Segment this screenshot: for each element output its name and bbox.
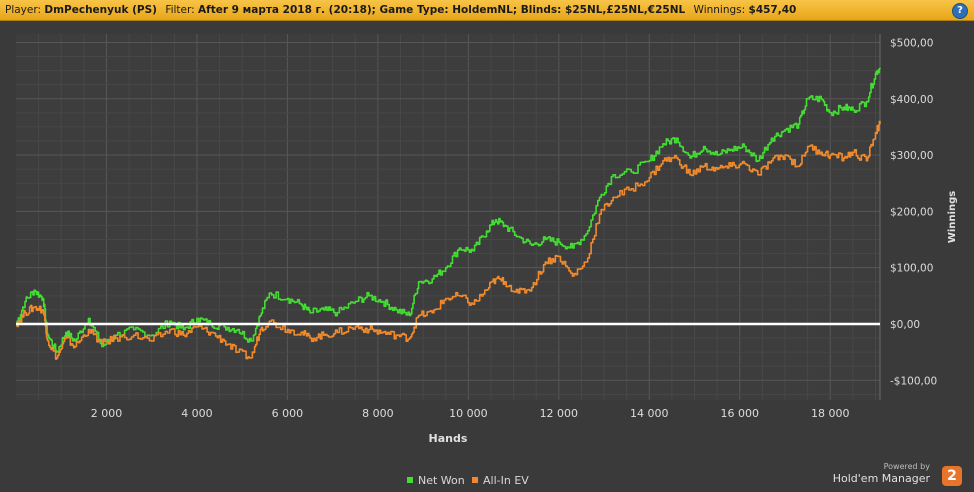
filter-value: After 9 марта 2018 г. (20:18); Game Type… bbox=[198, 4, 686, 16]
x-axis-label: Hands bbox=[429, 432, 468, 445]
winnings-label: Winnings: bbox=[693, 4, 746, 16]
powered-by-text: Powered by bbox=[883, 462, 930, 471]
x-tick-label: 8 000 bbox=[362, 407, 394, 420]
y-axis-ticks: $500,00 $400,00 $300,00 $200,00 $100,00 $0,00… bbox=[890, 37, 937, 387]
x-tick-label: 16 000 bbox=[721, 407, 760, 420]
legend-item-net-won[interactable]: Net Won bbox=[407, 474, 465, 487]
x-axis-ticks: 2 000 4 000 6 000 8 000 10 000 12 000 14 000 16… bbox=[91, 407, 850, 420]
y-tick-label: $500,00 bbox=[890, 37, 933, 49]
y-tick-label: $100,00 bbox=[890, 263, 933, 275]
y-tick-label: -$100,00 bbox=[890, 375, 937, 387]
x-tick-label: 12 000 bbox=[540, 407, 579, 420]
y-tick-label: $400,00 bbox=[890, 94, 933, 106]
winnings-chart: 2 000 4 000 6 000 8 000 10 000 12 000 14 000 16… bbox=[16, 34, 958, 445]
x-tick-label: 6 000 bbox=[272, 407, 304, 420]
branding: Powered by Hold'em Manager 2 bbox=[832, 462, 962, 488]
legend-swatch-all-in-ev bbox=[472, 477, 478, 483]
x-tick-label: 18 000 bbox=[811, 407, 850, 420]
y-axis-label: Winnings bbox=[947, 191, 958, 243]
legend-label-all-in-ev: All-In EV bbox=[483, 474, 529, 487]
y-tick-label: $200,00 bbox=[890, 206, 933, 218]
player-label: Player: bbox=[5, 4, 42, 16]
help-icon[interactable]: ? bbox=[952, 3, 968, 19]
plot-background bbox=[16, 34, 880, 400]
hm2-logo-icon: 2 bbox=[942, 466, 962, 486]
x-tick-label: 2 000 bbox=[91, 407, 123, 420]
product-name: Hold'em Manager bbox=[832, 472, 930, 485]
x-tick-label: 4 000 bbox=[181, 407, 213, 420]
y-tick-label: $0,00 bbox=[890, 319, 920, 331]
x-tick-label: 14 000 bbox=[630, 407, 669, 420]
legend-swatch-net-won bbox=[407, 477, 413, 483]
x-tick-label: 10 000 bbox=[449, 407, 488, 420]
chart-header-bar: Player: DmPechenyuk (PS) Filter: After 9… bbox=[0, 0, 974, 21]
player-value: DmPechenyuk (PS) bbox=[44, 4, 157, 16]
y-tick-label: $300,00 bbox=[890, 150, 933, 162]
chart-legend: Net Won All-In EV bbox=[0, 474, 974, 488]
legend-item-all-in-ev[interactable]: All-In EV bbox=[472, 474, 529, 487]
filter-label: Filter: bbox=[165, 4, 195, 16]
legend-label-net-won: Net Won bbox=[418, 474, 465, 487]
winnings-value: $457,40 bbox=[748, 4, 797, 16]
